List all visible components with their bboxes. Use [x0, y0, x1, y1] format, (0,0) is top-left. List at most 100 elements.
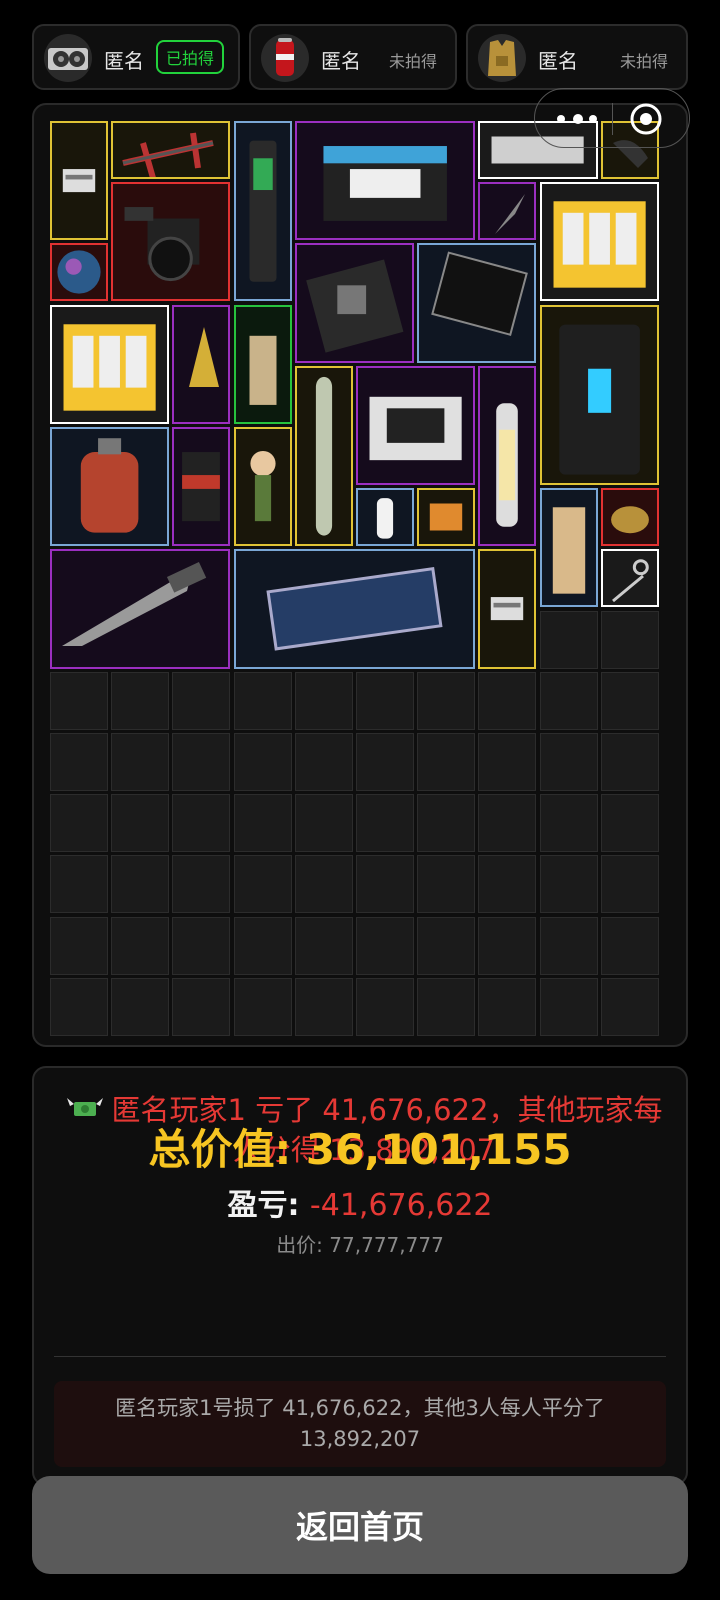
item-drawing-tube[interactable]	[294, 365, 353, 547]
player-card-2[interactable]: 匿名 未拍得	[249, 24, 457, 90]
empty-slot[interactable]	[600, 916, 659, 975]
item-hunting-knife[interactable]	[50, 549, 231, 669]
empty-slot[interactable]	[356, 977, 414, 1036]
empty-slot[interactable]	[233, 855, 292, 914]
empty-slot[interactable]	[50, 733, 108, 791]
return-home-button[interactable]: 返回首页	[32, 1476, 688, 1574]
empty-slot[interactable]	[600, 977, 659, 1036]
item-solar-panel[interactable]	[233, 549, 476, 669]
item-camping-lantern[interactable]	[478, 365, 537, 547]
item-pill-blister[interactable]	[417, 488, 476, 547]
empty-slot[interactable]	[417, 794, 476, 853]
target-close-icon[interactable]	[629, 102, 663, 136]
item-car-battery[interactable]	[294, 121, 476, 241]
empty-slot[interactable]	[172, 794, 231, 853]
empty-slot[interactable]	[539, 794, 598, 853]
empty-slot[interactable]	[172, 916, 231, 975]
item-caviar-tin[interactable]	[600, 488, 659, 547]
item-document-scrap[interactable]	[478, 549, 537, 669]
empty-slot[interactable]	[172, 671, 231, 730]
empty-slot[interactable]	[233, 916, 292, 975]
scissors-icon	[611, 559, 649, 603]
empty-slot[interactable]	[478, 916, 537, 975]
empty-slot[interactable]	[111, 916, 170, 975]
empty-slot[interactable]	[50, 671, 108, 730]
empty-slot[interactable]	[417, 733, 476, 791]
empty-slot[interactable]	[478, 977, 537, 1036]
inventory-grid	[32, 103, 688, 1047]
candle-pack-icon	[553, 201, 646, 288]
empty-slot[interactable]	[417, 671, 476, 730]
empty-slot[interactable]	[172, 855, 231, 914]
empty-slot[interactable]	[356, 794, 414, 853]
item-lcd-panel[interactable]	[417, 243, 537, 363]
more-dots-icon[interactable]	[551, 107, 603, 131]
empty-slot[interactable]	[478, 671, 537, 730]
item-iridescent-orb[interactable]	[50, 243, 108, 302]
empty-slot[interactable]	[294, 916, 353, 975]
empty-slot[interactable]	[111, 671, 170, 730]
empty-slot[interactable]	[50, 977, 108, 1036]
empty-slot[interactable]	[478, 794, 537, 853]
empty-slot[interactable]	[600, 855, 659, 914]
item-gas-cylinder[interactable]	[50, 427, 170, 547]
empty-slot[interactable]	[356, 733, 414, 791]
empty-slot[interactable]	[50, 916, 108, 975]
empty-slot[interactable]	[417, 855, 476, 914]
item-compound-crossbow[interactable]	[111, 121, 231, 179]
empty-slot[interactable]	[539, 916, 598, 975]
empty-slot[interactable]	[50, 855, 108, 914]
item-motherboard[interactable]	[294, 243, 414, 363]
empty-slot[interactable]	[539, 733, 598, 791]
empty-slot[interactable]	[356, 916, 414, 975]
empty-slot[interactable]	[417, 916, 476, 975]
item-ornate-dagger-tip[interactable]	[172, 304, 231, 424]
empty-slot[interactable]	[172, 733, 231, 791]
empty-slot[interactable]	[356, 671, 414, 730]
empty-slot[interactable]	[600, 794, 659, 853]
empty-slot[interactable]	[539, 610, 598, 669]
item-boy-figurine[interactable]	[233, 427, 292, 547]
empty-slot[interactable]	[111, 794, 170, 853]
empty-slot[interactable]	[539, 671, 598, 730]
empty-slot[interactable]	[233, 977, 292, 1036]
item-candle-pack[interactable]	[539, 182, 659, 302]
empty-slot[interactable]	[478, 733, 537, 791]
empty-slot[interactable]	[50, 794, 108, 853]
item-spear-head[interactable]	[478, 182, 537, 241]
item-power-station[interactable]	[539, 304, 659, 485]
item-scissors[interactable]	[600, 549, 659, 608]
empty-slot[interactable]	[233, 733, 292, 791]
empty-slot[interactable]	[356, 855, 414, 914]
item-medicine-bottle[interactable]	[356, 488, 414, 547]
empty-slot[interactable]	[600, 610, 659, 669]
item-document-scrap[interactable]	[50, 121, 108, 241]
empty-slot[interactable]	[478, 855, 537, 914]
empty-slot[interactable]	[233, 794, 292, 853]
empty-slot[interactable]	[600, 671, 659, 730]
car-battery-icon	[323, 146, 447, 221]
empty-slot[interactable]	[294, 977, 353, 1036]
empty-slot[interactable]	[111, 733, 170, 791]
item-snack-pack[interactable]	[172, 427, 231, 547]
empty-slot[interactable]	[233, 671, 292, 730]
empty-slot[interactable]	[111, 977, 170, 1036]
empty-slot[interactable]	[539, 977, 598, 1036]
item-lab-incubator[interactable]	[356, 365, 476, 485]
empty-slot[interactable]	[294, 794, 353, 853]
empty-slot[interactable]	[172, 977, 231, 1036]
item-clipboard[interactable]	[539, 488, 598, 608]
empty-slot[interactable]	[417, 977, 476, 1036]
empty-slot[interactable]	[600, 733, 659, 791]
empty-slot[interactable]	[294, 671, 353, 730]
empty-slot[interactable]	[294, 855, 353, 914]
empty-slot[interactable]	[539, 855, 598, 914]
player-card-3[interactable]: 匿名 未拍得	[466, 24, 688, 90]
item-candle-pack[interactable]	[50, 304, 170, 424]
empty-slot[interactable]	[111, 855, 170, 914]
empty-slot[interactable]	[294, 733, 353, 791]
item-coffee-bag[interactable]	[233, 304, 292, 424]
player-card-1[interactable]: 匿名 已拍得	[32, 24, 240, 90]
item-film-camera-rig[interactable]	[111, 182, 231, 302]
item-voice-recorder[interactable]	[233, 121, 292, 302]
